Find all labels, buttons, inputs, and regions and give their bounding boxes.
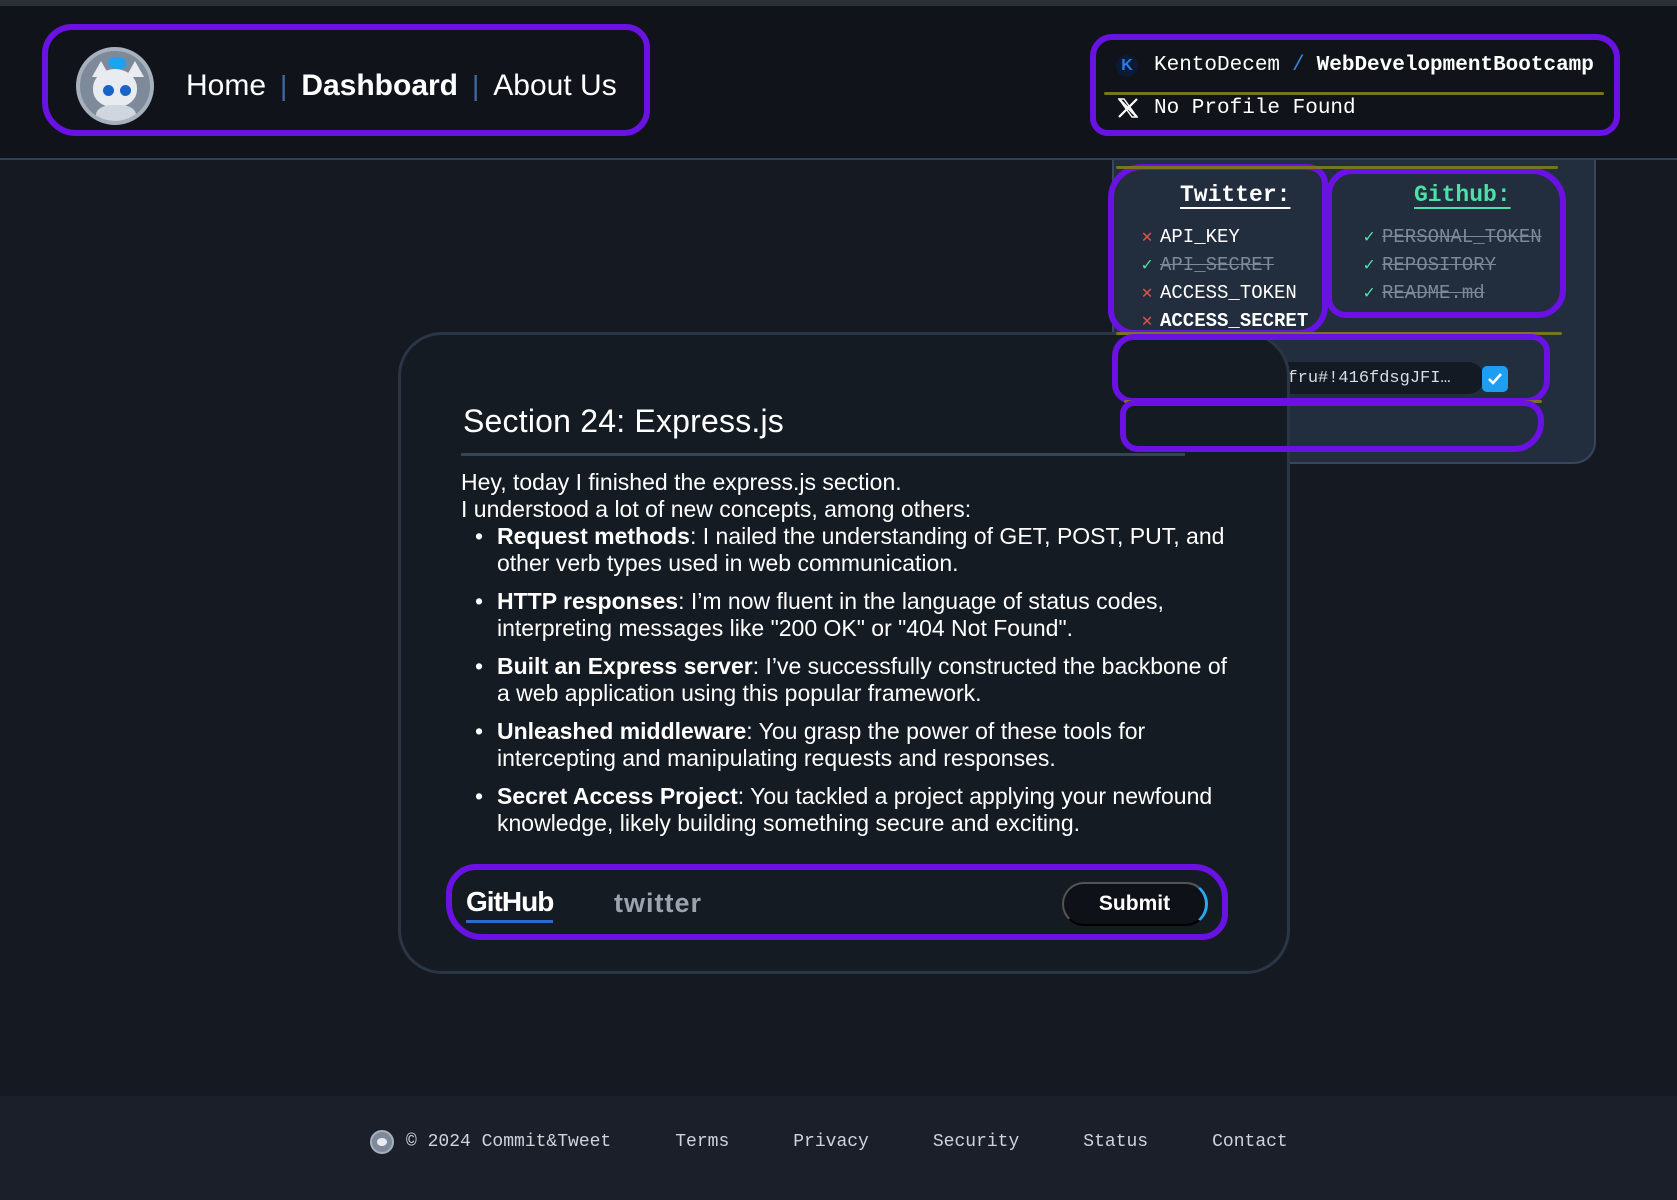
footer-link-privacy[interactable]: Privacy [793, 1132, 869, 1152]
list-item: Built an Express server: I’ve successful… [461, 653, 1241, 707]
list-item: Unleashed middleware: You grasp the powe… [461, 718, 1241, 772]
annotation-underline [1116, 166, 1558, 169]
concept-list: Request methods: I nailed the understand… [461, 523, 1241, 837]
post-intro-line: Hey, today I finished the express.js sec… [461, 469, 902, 495]
annotation-highlight [1112, 334, 1550, 404]
footer-link-contact[interactable]: Contact [1212, 1132, 1288, 1152]
annotation-highlight [1326, 168, 1566, 318]
list-item: Request methods: I nailed the understand… [461, 523, 1241, 577]
annotation-highlight [1090, 34, 1620, 136]
footer-copyright: © 2024 Commit&Tweet [406, 1132, 612, 1152]
annotation-highlight [1108, 164, 1328, 336]
annotation-highlight [1120, 400, 1544, 452]
list-item: HTTP responses: I’m now fluent in the la… [461, 588, 1241, 642]
post-intro-line: I understood a lot of new concepts, amon… [461, 496, 972, 522]
post-title: Section 24: Express.js [463, 403, 784, 439]
post-body: Hey, today I finished the express.js sec… [461, 469, 1241, 848]
footer-link-status[interactable]: Status [1083, 1132, 1148, 1152]
list-item: Secret Access Project: You tackled a pro… [461, 783, 1241, 837]
annotation-highlight [42, 24, 650, 136]
footer-row: © 2024 Commit&Tweet Terms Privacy Securi… [370, 1130, 1288, 1154]
annotation-underline [1104, 92, 1604, 95]
footer-logo-icon [370, 1130, 394, 1154]
footer-link-terms[interactable]: Terms [675, 1132, 729, 1152]
title-divider [461, 453, 1185, 456]
footer-link-security[interactable]: Security [933, 1132, 1019, 1152]
footer: © 2024 Commit&Tweet Terms Privacy Securi… [0, 1096, 1677, 1200]
annotation-highlight [446, 864, 1228, 940]
